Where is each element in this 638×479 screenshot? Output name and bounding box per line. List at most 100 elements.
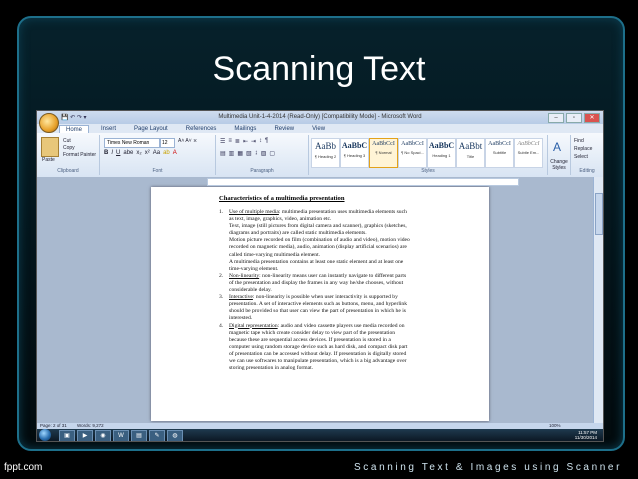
- select-button[interactable]: Select: [574, 154, 588, 160]
- page-count[interactable]: Page: 2 of 31: [40, 423, 67, 428]
- office-button[interactable]: [39, 113, 59, 133]
- footer-caption: Scanning Text & Images using Scanner: [354, 462, 622, 473]
- pilcrow-icon[interactable]: ¶: [265, 138, 268, 145]
- system-clock[interactable]: 11:57 PM 11/30/2014: [575, 430, 597, 440]
- style-heading-1[interactable]: AaBbC Heading 1: [427, 138, 456, 168]
- multilevel-icon[interactable]: ≣: [235, 138, 240, 145]
- list-item: 3. Interactive: non-linearity is possible…: [219, 294, 443, 322]
- start-button[interactable]: [39, 429, 51, 441]
- grow-shrink-icons[interactable]: A˄ A˅ ⨯: [178, 138, 197, 144]
- media-icon[interactable]: ▶: [77, 430, 93, 441]
- align-left-icon[interactable]: ▤: [220, 150, 226, 157]
- style-subtitle[interactable]: AaBbCcI Subtitle: [485, 138, 514, 168]
- list-text: Digital representation: audio and video …: [229, 323, 443, 373]
- editing-label: Editing: [579, 168, 595, 174]
- paragraph-label: Paragraph: [250, 168, 274, 174]
- editing-group: Find Replace Select Editing: [571, 135, 603, 175]
- app-icon[interactable]: ▤: [131, 430, 147, 441]
- paint-icon[interactable]: ✎: [149, 430, 165, 441]
- styles-label: Styles: [421, 168, 435, 174]
- list-item: 4. Digital representation: audio and vide…: [219, 323, 443, 373]
- indent-icon[interactable]: ⇤: [243, 138, 248, 145]
- chrome-icon[interactable]: ◍: [167, 430, 183, 441]
- list-lead: Digital representation: [229, 322, 278, 329]
- highlight-icon[interactable]: ab: [163, 150, 170, 156]
- borders-icon[interactable]: ▢: [269, 150, 275, 157]
- copy-button[interactable]: Copy: [63, 145, 75, 151]
- scrollbar-thumb[interactable]: [595, 193, 603, 235]
- paragraph-group: ☰ ≡ ≣ ⇤ ⇥ ↕ ¶ ▤ ▥ ▦ ▧ ↨ ▨ ▢ Paragraph: [216, 135, 309, 175]
- text-line: Non-linearity: non-linearity means user …: [229, 273, 443, 280]
- shading-icon[interactable]: ▨: [261, 150, 267, 157]
- list-lead: Non-linearity: [229, 272, 260, 279]
- quick-access-toolbar[interactable]: 💾 ↶ ↷ ▾: [61, 114, 87, 121]
- paragraph-row: ☰ ≡ ≣ ⇤ ⇥ ↕ ¶: [220, 138, 268, 145]
- style-no-spacing[interactable]: AaBbCcI ¶ No Spaci...: [398, 138, 427, 168]
- bold-icon[interactable]: B: [104, 150, 108, 156]
- paste-button[interactable]: Paste: [42, 157, 55, 163]
- document-page[interactable]: Characteristics of a multimedia presenta…: [151, 187, 489, 421]
- text-line: called time-varying multimedia element.: [229, 251, 321, 258]
- horizontal-ruler[interactable]: [207, 178, 519, 186]
- styles-group: AaBb ¶ Heading 2 AaBbC ¶ Heading 3 AaBbC…: [309, 135, 548, 175]
- close-button[interactable]: ✕: [584, 113, 600, 123]
- find-button[interactable]: Find: [574, 138, 584, 144]
- change-styles-button[interactable]: Change Styles: [549, 159, 569, 171]
- paste-icon[interactable]: [41, 137, 59, 157]
- subscript-icon[interactable]: x₂: [136, 150, 141, 156]
- text-line: because these are sequential access devi…: [229, 336, 391, 343]
- change-styles-icon: A: [553, 140, 562, 154]
- browser-icon[interactable]: ◉: [95, 430, 111, 441]
- style-heading-2[interactable]: AaBb ¶ Heading 2: [311, 138, 340, 168]
- minimize-button[interactable]: –: [548, 113, 564, 123]
- zoom-level[interactable]: 100%: [549, 423, 561, 428]
- text-line: Use of multiple media: multimedia presen…: [229, 209, 443, 216]
- word-count[interactable]: Words: 9,272: [77, 423, 104, 428]
- clipboard-label: Clipboard: [57, 168, 79, 174]
- list-number: 3.: [219, 294, 224, 301]
- list-lead-rest: : non-linearity means user can instantly…: [259, 272, 407, 279]
- align-center-icon[interactable]: ▥: [229, 150, 235, 157]
- list-number: 4.: [219, 322, 224, 329]
- text-line: magnetic tape which create consider dela…: [229, 329, 396, 336]
- text-line: we can use softwares to manipulate prese…: [229, 357, 407, 364]
- list-lead-rest: : non-linearity is possible when user in…: [252, 294, 398, 301]
- list-item: 1. Use of multiple media: multimedia pres…: [219, 209, 443, 273]
- maximize-button[interactable]: ▫: [566, 113, 582, 123]
- text-line: recorded on magnetic media), audio, anim…: [229, 244, 407, 251]
- font-size-box[interactable]: 12: [160, 138, 175, 148]
- text-line: computer using random storage device suc…: [229, 343, 408, 350]
- align-right-icon[interactable]: ▦: [237, 150, 243, 157]
- justify-icon[interactable]: ▧: [246, 150, 252, 157]
- style-heading-3[interactable]: AaBbC ¶ Heading 3: [340, 138, 369, 168]
- strikethrough-icon[interactable]: abe: [123, 150, 133, 156]
- explorer-icon[interactable]: ▣: [59, 430, 75, 441]
- style-subtle-emphasis[interactable]: AaBbCcI Subtle Em...: [514, 138, 543, 168]
- text-line: should be provided so that user can view…: [229, 308, 406, 315]
- change-case-icon[interactable]: Aa: [153, 150, 160, 156]
- font-color-icon[interactable]: A: [173, 150, 177, 156]
- footer-brand: fppt.com: [4, 462, 43, 473]
- line-spacing-icon[interactable]: ↨: [255, 150, 258, 157]
- numbering-icon[interactable]: ≡: [228, 138, 232, 145]
- outdent-icon[interactable]: ⇥: [251, 138, 256, 145]
- list-lead: Interactive: [229, 294, 253, 301]
- style-normal[interactable]: AaBbCcI ¶ Normal: [369, 138, 398, 168]
- font-name-box[interactable]: Times New Roman: [104, 138, 160, 148]
- bullets-icon[interactable]: ☰: [220, 138, 225, 145]
- superscript-icon[interactable]: x²: [145, 150, 150, 156]
- vertical-scrollbar[interactable]: [593, 177, 603, 423]
- cut-button[interactable]: Cut: [63, 138, 71, 144]
- word-icon[interactable]: W: [113, 430, 129, 441]
- underline-icon[interactable]: U: [116, 150, 120, 156]
- replace-button[interactable]: Replace: [574, 146, 592, 152]
- sort-icon[interactable]: ↕: [259, 138, 262, 145]
- text-line: Digital representation: audio and video …: [229, 323, 443, 330]
- italic-icon[interactable]: I: [111, 150, 113, 156]
- style-title[interactable]: AaBbt Title: [456, 138, 485, 168]
- format-painter-button[interactable]: Format Painter: [63, 152, 96, 158]
- list-lead-rest: : multimedia presentation uses multimedi…: [278, 209, 407, 215]
- list-lead-rest: : audio and video cassette players use m…: [277, 322, 405, 329]
- window-titlebar: Multimedia Unit-1-4-2014 (Read-Only) [Co…: [37, 111, 603, 124]
- document-area: Characteristics of a multimedia presenta…: [37, 177, 603, 423]
